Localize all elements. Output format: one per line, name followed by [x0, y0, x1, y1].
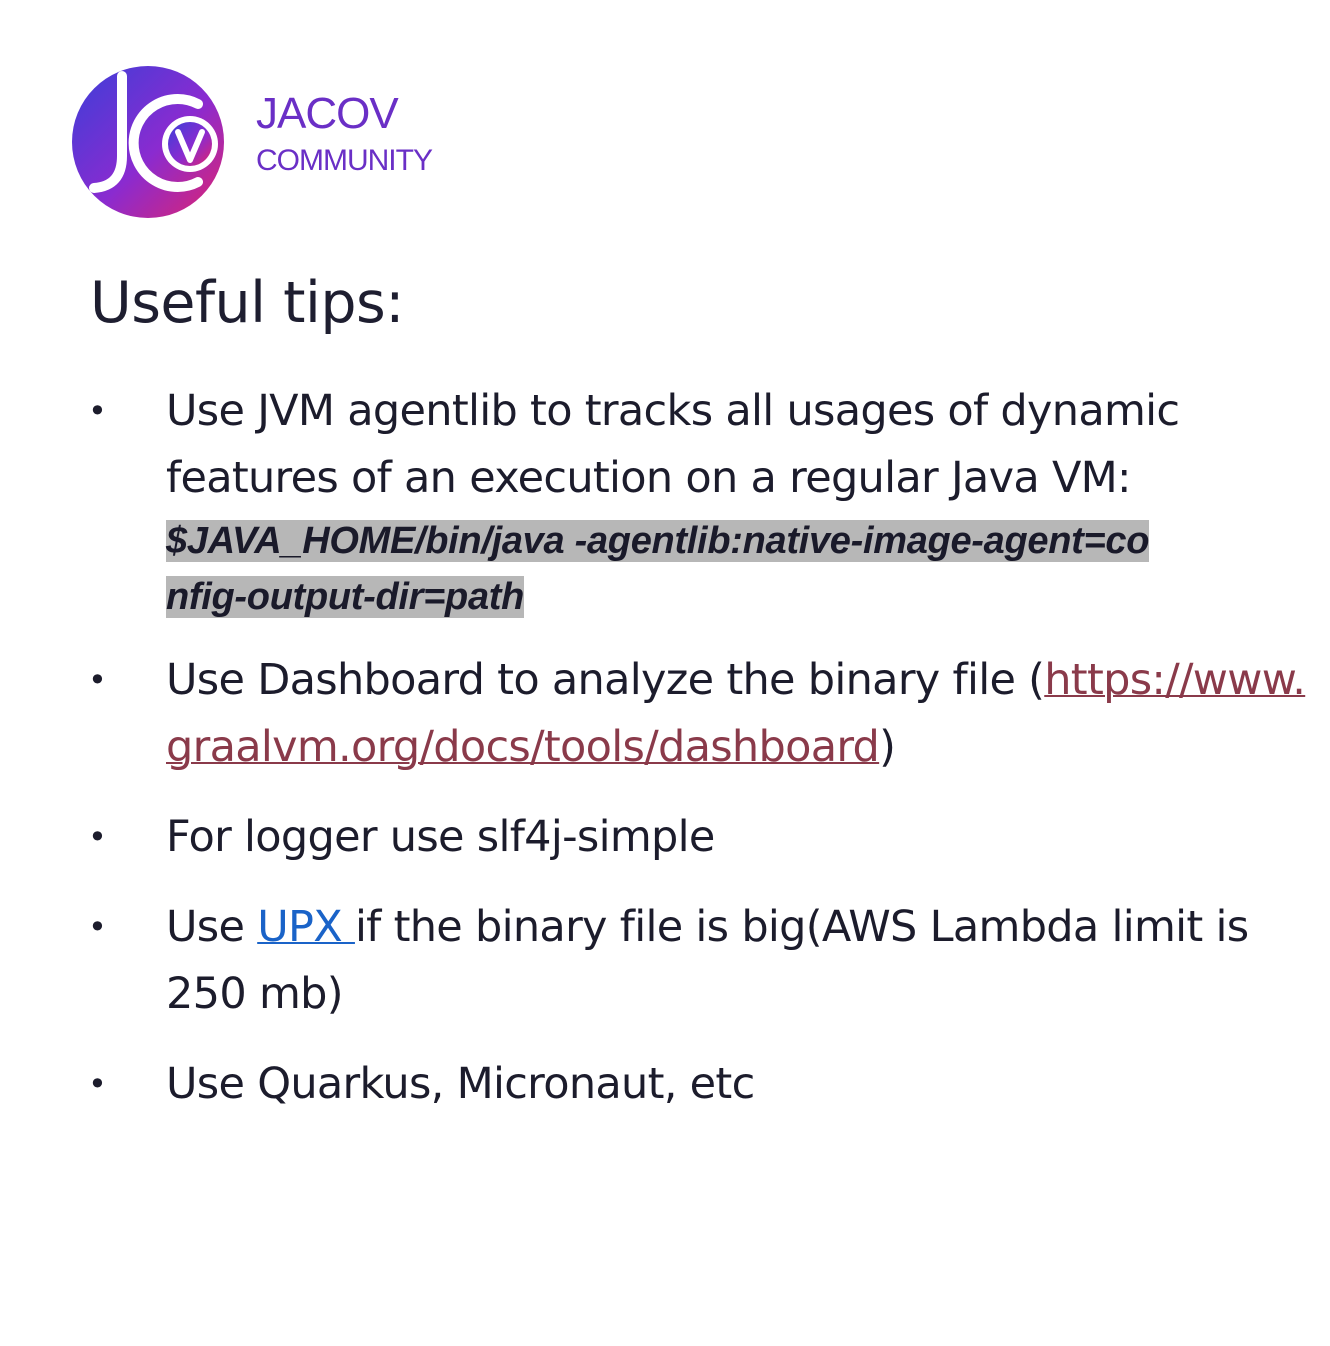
bullet-icon: •: [88, 818, 107, 856]
bullet-icon: •: [88, 1065, 107, 1103]
tips-list: • Use JVM agentlib to tracks all usages …: [0, 378, 1330, 1141]
tip-dashboard-close: ): [879, 722, 896, 772]
tip-dashboard-text: Use Dashboard to analyze the binary file…: [166, 655, 1045, 705]
tip-frameworks: • Use Quarkus, Micronaut, etc: [0, 1051, 1306, 1118]
tip-agentlib-text: Use JVM agentlib to tracks all usages of…: [166, 386, 1180, 503]
logo-wordmark: JACOV COMMUNITY: [256, 89, 433, 177]
bullet-icon: •: [88, 661, 107, 699]
tip-dashboard: • Use Dashboard to analyze the binary fi…: [0, 647, 1306, 781]
tip-upx-prefix: Use: [166, 902, 258, 952]
logo-line-community: COMMUNITY: [256, 144, 433, 177]
jacov-logo-icon: [72, 66, 224, 218]
agentlib-command-code: $JAVA_HOME/bin/java -agentlib:native-ima…: [166, 520, 1150, 618]
bullet-icon: •: [88, 908, 107, 946]
tip-logger-text: For logger use slf4j-simple: [166, 812, 715, 862]
tip-upx: • Use UPX if the binary file is big(AWS …: [0, 894, 1306, 1028]
tip-logger: • For logger use slf4j-simple: [0, 804, 1306, 871]
slide-title: Useful tips:: [90, 270, 404, 336]
bullet-icon: •: [88, 392, 107, 430]
tip-agentlib: • Use JVM agentlib to tracks all usages …: [0, 378, 1306, 624]
tip-frameworks-text: Use Quarkus, Micronaut, etc: [166, 1059, 755, 1109]
logo-line-jacov: JACOV: [256, 89, 399, 138]
upx-link[interactable]: UPX: [257, 902, 355, 952]
